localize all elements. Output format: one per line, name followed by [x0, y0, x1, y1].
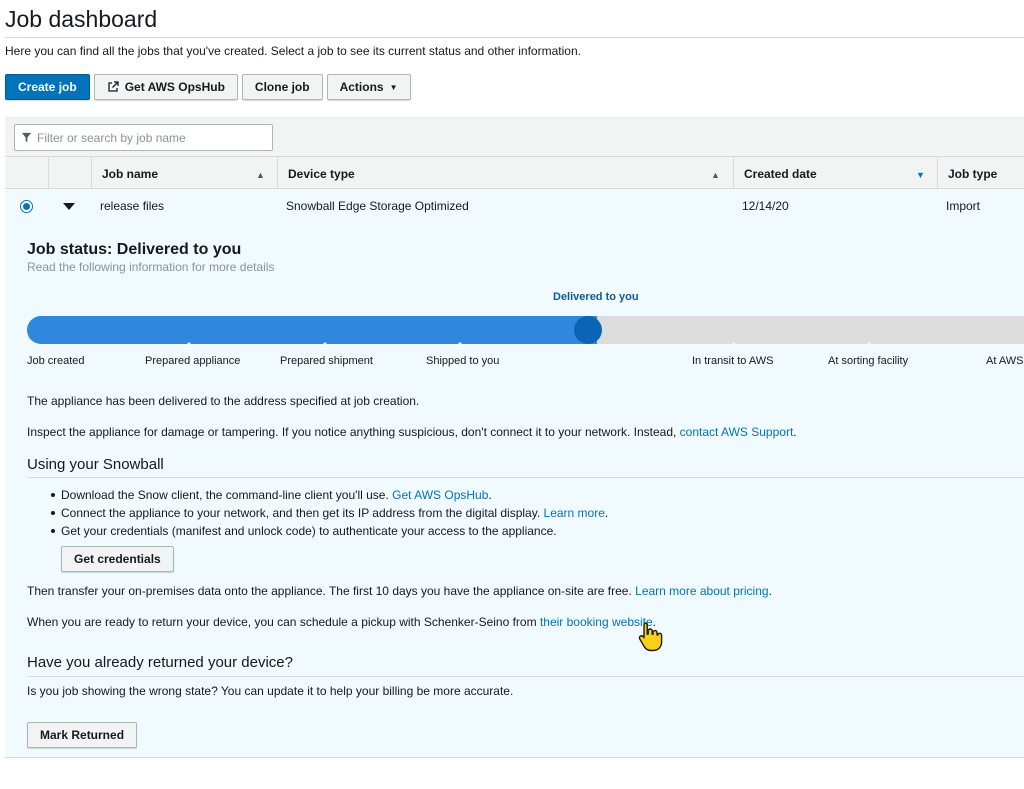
column-header-created-date[interactable]: Created date	[733, 157, 937, 190]
row-radio-selected[interactable]	[20, 200, 33, 213]
progress-track	[27, 316, 1024, 344]
list-item: Get your credentials (manifest and unloc…	[50, 522, 608, 540]
step-tick	[185, 342, 193, 346]
get-opshub-link[interactable]: Get AWS OpsHub	[392, 488, 488, 502]
external-link-icon	[108, 81, 119, 92]
page-intro: Here you can find all the jobs that you'…	[5, 44, 581, 58]
column-header-job-name[interactable]: Job name	[91, 157, 277, 190]
returned-heading: Have you already returned your device?	[27, 654, 293, 671]
cell-job-type: Import	[946, 199, 981, 213]
section-divider	[27, 477, 1024, 478]
inspect-paragraph: Inspect the appliance for damage or tamp…	[27, 425, 797, 439]
step-label: In transit to AWS	[692, 355, 774, 367]
table-row[interactable]: release files Snowball Edge Storage Opti…	[5, 189, 1024, 223]
list-item: Download the Snow client, the command-li…	[50, 486, 608, 504]
cell-device-type: Snowball Edge Storage Optimized	[286, 199, 469, 213]
mark-returned-button[interactable]: Mark Returned	[27, 722, 138, 748]
step-label: At sorting facility	[828, 355, 909, 367]
instructions-list: Download the Snow client, the command-li…	[50, 486, 609, 540]
expand-caret-icon[interactable]	[63, 203, 75, 210]
title-divider	[5, 37, 1024, 38]
delivered-text: The appliance has been delivered to the …	[27, 394, 420, 408]
column-header-job-type[interactable]: Job type	[937, 157, 1024, 190]
clone-job-button[interactable]: Clone job	[241, 74, 323, 100]
job-status-subtitle: Read the following information for more …	[27, 260, 275, 274]
progress-current-marker	[574, 316, 602, 344]
get-credentials-button[interactable]: Get credentials	[61, 546, 174, 572]
step-tick	[865, 342, 873, 346]
current-step-label: Delivered to you	[553, 291, 639, 303]
toolbar: Create job Get AWS OpsHub Clone job Acti…	[5, 74, 411, 100]
create-job-button[interactable]: Create job	[5, 74, 90, 100]
actions-label: Actions	[339, 80, 384, 94]
step-tick	[730, 342, 738, 346]
step-label: At AWS	[986, 355, 1024, 367]
contact-support-link[interactable]: contact AWS Support	[680, 425, 794, 439]
transfer-paragraph: Then transfer your on-premises data onto…	[27, 584, 772, 598]
search-input[interactable]: Filter or search by job name	[37, 131, 186, 145]
hand-pointer-icon	[638, 622, 663, 652]
progress-fill	[27, 316, 597, 344]
table-header: Job name ▲ Device type ▲ Created date ▼ …	[5, 156, 1024, 190]
return-paragraph: When you are ready to return your device…	[27, 615, 657, 629]
returned-text: Is you job showing the wrong state? You …	[27, 684, 514, 698]
step-label: Job created	[27, 355, 85, 367]
step-label: Prepared shipment	[280, 355, 373, 367]
page-title: Job dashboard	[5, 6, 158, 32]
column-header-device-type[interactable]: Device type	[277, 157, 733, 190]
learn-more-link[interactable]: Learn more	[544, 506, 605, 520]
using-snowball-heading: Using your Snowball	[27, 456, 164, 473]
get-opshub-label: Get AWS OpsHub	[124, 80, 225, 94]
list-item: Connect the appliance to your network, a…	[50, 506, 609, 520]
search-box[interactable]: Filter or search by job name	[14, 124, 273, 151]
step-tick	[321, 342, 329, 346]
sort-desc-icon[interactable]: ▼	[916, 170, 925, 180]
jobs-table: Filter or search by job name Job name ▲ …	[5, 117, 1024, 223]
step-label: Prepared appliance	[145, 355, 241, 367]
actions-dropdown[interactable]: Actions ▼	[326, 74, 411, 100]
step-tick	[456, 342, 464, 346]
header-expand-cell	[48, 157, 91, 190]
get-opshub-button[interactable]: Get AWS OpsHub	[93, 74, 238, 100]
cell-job-name: release files	[100, 199, 165, 213]
pricing-link[interactable]: Learn more about pricing	[635, 584, 768, 598]
cell-created-date: 12/14/20	[742, 199, 789, 213]
job-status-title: Job status: Delivered to you	[27, 241, 242, 258]
sort-asc-icon[interactable]: ▲	[711, 170, 720, 180]
filter-icon	[21, 132, 32, 143]
sort-asc-icon[interactable]: ▲	[256, 170, 265, 180]
caret-down-icon: ▼	[389, 82, 398, 92]
section-divider	[27, 676, 1024, 677]
job-detail-panel: Job status: Delivered to you Read the fo…	[5, 222, 1024, 758]
step-label: Shipped to you	[426, 355, 500, 367]
